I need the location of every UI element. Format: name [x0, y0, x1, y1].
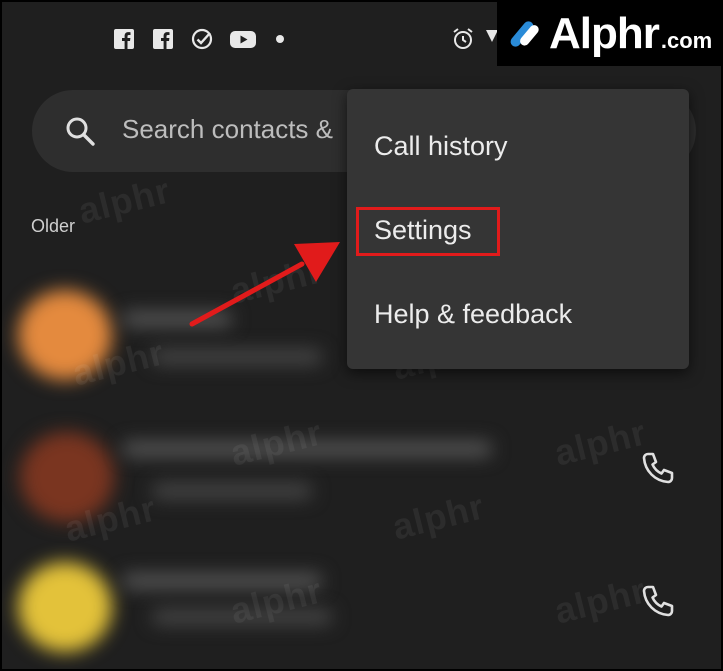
menu-item-help-feedback[interactable]: Help & feedback — [347, 272, 689, 356]
alphr-logo: Alphr .com — [497, 2, 721, 66]
settings-highlight-box — [356, 207, 500, 256]
facebook-icon — [153, 29, 173, 49]
notification-dot-icon — [276, 35, 284, 43]
search-icon — [66, 117, 95, 146]
annotation-arrow-icon — [189, 242, 340, 327]
search-input[interactable]: Search contacts & — [122, 114, 352, 145]
menu-item-call-history[interactable]: Call history — [347, 104, 689, 188]
watermark: alphr — [74, 169, 175, 232]
facebook-icon — [114, 29, 134, 49]
logo-domain-suffix: .com — [660, 28, 713, 53]
alphr-logo-mark-icon — [510, 21, 539, 47]
contact-detail-blurred — [152, 484, 312, 498]
check-circle-icon — [191, 28, 213, 50]
watermark: alphr — [550, 569, 651, 632]
avatar — [18, 562, 112, 652]
logo-wordmark: Alphr — [549, 9, 660, 58]
watermark: alphr — [388, 485, 489, 548]
phone-icon[interactable] — [638, 448, 678, 488]
section-label-older: Older — [31, 216, 76, 236]
contact-detail-blurred — [152, 350, 322, 364]
watermark: alphr — [226, 411, 327, 474]
watermark: alphr — [550, 411, 651, 474]
phone-screen: Alphr .com Search contacts & Older alphr… — [0, 0, 723, 671]
youtube-icon — [230, 31, 256, 48]
alarm-icon — [453, 28, 473, 49]
